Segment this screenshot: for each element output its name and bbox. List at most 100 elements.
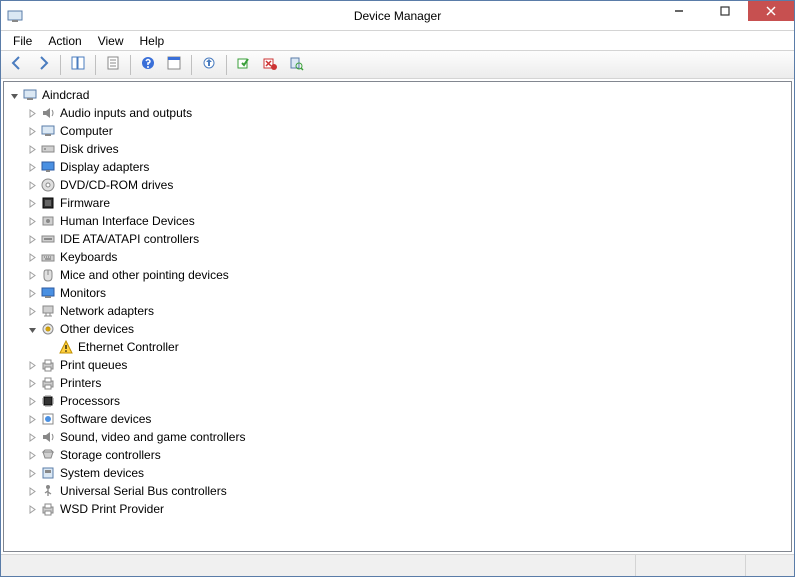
ide-icon — [40, 231, 56, 247]
toolbar-separator — [60, 55, 61, 75]
tree-node-label: Keyboards — [60, 250, 117, 264]
collapse-icon[interactable] — [8, 89, 20, 101]
close-button[interactable] — [748, 1, 794, 21]
expand-icon[interactable] — [26, 269, 38, 281]
tree-node[interactable]: Storage controllers — [24, 446, 789, 464]
tree-node-label: Disk drives — [60, 142, 119, 156]
cpu-icon — [40, 393, 56, 409]
status-bar — [1, 554, 794, 576]
tree-node-label: Storage controllers — [60, 448, 161, 462]
back-button[interactable] — [5, 53, 29, 77]
tree-node-label: Network adapters — [60, 304, 154, 318]
tree-node-label: Processors — [60, 394, 120, 408]
tree-node-label: Print queues — [60, 358, 127, 372]
device-tree[interactable]: Aindcrad Audio inputs and outputsComputer… — [3, 81, 792, 552]
menu-action[interactable]: Action — [40, 32, 89, 50]
tree-node-label: Other devices — [60, 322, 134, 336]
tree-node[interactable]: Aindcrad — [6, 86, 789, 104]
update-driver-button[interactable] — [197, 53, 221, 77]
tree-node[interactable]: Audio inputs and outputs — [24, 104, 789, 122]
uninstall-button[interactable] — [258, 53, 282, 77]
tree-node[interactable]: Disk drives — [24, 140, 789, 158]
tree-node[interactable]: Network adapters — [24, 302, 789, 320]
toolbar-separator — [95, 55, 96, 75]
expand-icon[interactable] — [26, 161, 38, 173]
forward-button[interactable] — [31, 53, 55, 77]
expand-icon[interactable] — [26, 395, 38, 407]
collapse-icon[interactable] — [26, 323, 38, 335]
expand-icon[interactable] — [26, 233, 38, 245]
minimize-button[interactable] — [656, 1, 702, 21]
tree-node[interactable]: System devices — [24, 464, 789, 482]
tree-node[interactable]: Keyboards — [24, 248, 789, 266]
expand-icon[interactable] — [26, 359, 38, 371]
tree-node[interactable]: Printers — [24, 374, 789, 392]
tree-node[interactable]: Mice and other pointing devices — [24, 266, 789, 284]
expand-icon[interactable] — [26, 287, 38, 299]
toolbar-separator — [226, 55, 227, 75]
tree-node-label: Display adapters — [60, 160, 149, 174]
tree-node[interactable]: Processors — [24, 392, 789, 410]
tree-node[interactable]: Display adapters — [24, 158, 789, 176]
expand-icon[interactable] — [26, 125, 38, 137]
tree-node[interactable]: IDE ATA/ATAPI controllers — [24, 230, 789, 248]
help-button[interactable] — [136, 53, 160, 77]
expand-icon[interactable] — [26, 251, 38, 263]
expand-icon[interactable] — [26, 503, 38, 515]
tree-node-label: System devices — [60, 466, 144, 480]
expand-icon[interactable] — [26, 467, 38, 479]
tree-node-label: Aindcrad — [42, 88, 89, 102]
tree-node[interactable]: Software devices — [24, 410, 789, 428]
expand-icon[interactable] — [26, 197, 38, 209]
tree-node[interactable]: Firmware — [24, 194, 789, 212]
tree-node[interactable]: Print queues — [24, 356, 789, 374]
expand-icon[interactable] — [26, 107, 38, 119]
tree-node-label: Firmware — [60, 196, 110, 210]
printer-icon — [40, 501, 56, 517]
maximize-button[interactable] — [702, 1, 748, 21]
tree-node-label: Universal Serial Bus controllers — [60, 484, 227, 498]
scan-hardware-button[interactable] — [284, 53, 308, 77]
action-button[interactable] — [162, 53, 186, 77]
menu-file[interactable]: File — [5, 32, 40, 50]
properties-icon — [105, 55, 121, 74]
tree-node[interactable]: WSD Print Provider — [24, 500, 789, 518]
tree-node-label: Sound, video and game controllers — [60, 430, 245, 444]
arrow-right-icon — [35, 55, 51, 74]
app-icon — [7, 8, 23, 24]
title-bar: Device Manager — [1, 1, 794, 31]
status-panel-1 — [1, 555, 636, 576]
display-icon — [40, 159, 56, 175]
tree-node[interactable]: Ethernet Controller — [42, 338, 789, 356]
keyboard-icon — [40, 249, 56, 265]
tree-node[interactable]: Human Interface Devices — [24, 212, 789, 230]
menu-view[interactable]: View — [90, 32, 132, 50]
console-tree-icon — [70, 55, 86, 74]
expand-icon[interactable] — [26, 377, 38, 389]
tree-node[interactable]: Sound, video and game controllers — [24, 428, 789, 446]
usb-icon — [40, 483, 56, 499]
mouse-icon — [40, 267, 56, 283]
expand-icon[interactable] — [26, 143, 38, 155]
tree-node[interactable]: DVD/CD-ROM drives — [24, 176, 789, 194]
tree-node[interactable]: Universal Serial Bus controllers — [24, 482, 789, 500]
expand-icon[interactable] — [26, 431, 38, 443]
expand-icon[interactable] — [26, 215, 38, 227]
tree-node[interactable]: Other devices — [24, 320, 789, 338]
properties-button[interactable] — [101, 53, 125, 77]
expand-icon[interactable] — [26, 413, 38, 425]
other-icon — [40, 321, 56, 337]
enable-button[interactable] — [232, 53, 256, 77]
expand-icon[interactable] — [26, 179, 38, 191]
toolbar — [1, 51, 794, 79]
expand-icon[interactable] — [26, 305, 38, 317]
status-panel-3 — [746, 555, 794, 576]
show-hide-console-tree-button[interactable] — [66, 53, 90, 77]
menu-help[interactable]: Help — [132, 32, 173, 50]
uninstall-icon — [262, 55, 278, 74]
tree-node[interactable]: Computer — [24, 122, 789, 140]
expand-icon[interactable] — [26, 485, 38, 497]
expand-icon[interactable] — [26, 449, 38, 461]
tree-node[interactable]: Monitors — [24, 284, 789, 302]
speaker-icon — [40, 105, 56, 121]
